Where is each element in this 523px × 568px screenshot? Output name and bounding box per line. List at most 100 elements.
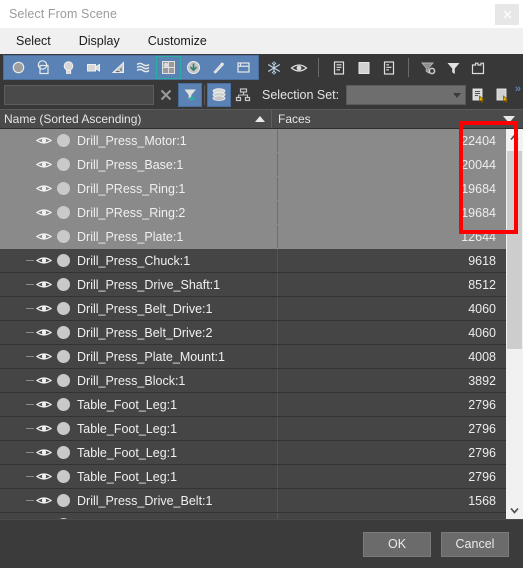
cameras-icon[interactable] <box>81 56 106 79</box>
scroll-up-icon[interactable] <box>506 129 523 146</box>
table-row[interactable]: Drill_PRess_Ring:1 19684 <box>0 177 506 201</box>
visibility-eye-icon[interactable] <box>35 159 53 170</box>
scrollbar-thumb[interactable] <box>507 151 522 349</box>
menu-display[interactable]: Display <box>76 32 123 50</box>
visibility-eye-icon[interactable] <box>35 303 53 314</box>
object-color-swatch-icon[interactable] <box>53 206 73 219</box>
object-color-swatch-icon[interactable] <box>53 158 73 171</box>
face-count-cell: 3892 <box>278 369 506 392</box>
filter-settings-icon[interactable] <box>416 56 441 79</box>
shapes-icon[interactable] <box>31 56 56 79</box>
visibility-eye-icon[interactable] <box>35 423 53 434</box>
visibility-eye-icon[interactable] <box>35 279 53 290</box>
tree-branch-line <box>26 164 34 165</box>
table-row[interactable]: Table_Foot_Leg:1 2796 <box>0 393 506 417</box>
table-row[interactable]: Drill_Press_Motor:1 22404 <box>0 129 506 153</box>
visibility-eye-icon[interactable] <box>35 375 53 386</box>
cancel-button[interactable]: Cancel <box>441 531 509 557</box>
select-group-icon[interactable] <box>466 56 491 79</box>
visibility-eye-icon[interactable] <box>35 351 53 362</box>
freeze-snowflake-icon[interactable] <box>261 56 286 79</box>
table-row[interactable]: Drill_Press_Plate:1 12644 <box>0 225 506 249</box>
table-row[interactable]: Drill_Press_Belt_Drive:2 4060 <box>0 321 506 345</box>
object-color-swatch-icon[interactable] <box>53 470 73 483</box>
object-color-swatch-icon[interactable] <box>53 134 73 147</box>
object-color-swatch-icon[interactable] <box>53 422 73 435</box>
bone-objects-icon[interactable] <box>206 56 231 79</box>
table-row[interactable]: Drill_Press_Block:1 3892 <box>0 369 506 393</box>
helpers-icon[interactable] <box>106 56 131 79</box>
visibility-eye-icon[interactable] <box>35 135 53 146</box>
close-icon[interactable] <box>495 4 519 25</box>
table-row[interactable]: Drill_Press_Drive_Shaft:1 8512 <box>0 273 506 297</box>
hierarchy-icon[interactable] <box>231 83 255 107</box>
visibility-eye-icon[interactable] <box>35 495 53 506</box>
visibility-eye-icon[interactable] <box>35 183 53 194</box>
visibility-eye-icon[interactable] <box>35 471 53 482</box>
face-count-cell: 2796 <box>278 417 506 440</box>
object-color-swatch-icon[interactable] <box>53 278 73 291</box>
table-row[interactable]: Drill_PRess_Ring:2 19684 <box>0 201 506 225</box>
visibility-eye-icon[interactable] <box>35 207 53 218</box>
table-row[interactable]: Table_Foot_Leg:1 2796 <box>0 441 506 465</box>
menu-bar: Select Display Customize <box>0 28 523 54</box>
expand-all-icon[interactable] <box>326 56 351 79</box>
scroll-down-icon[interactable] <box>506 502 523 519</box>
object-name-cell: Table_Foot_Leg:1 <box>73 441 278 464</box>
column-header-name[interactable]: Name (Sorted Ascending) <box>0 110 272 128</box>
face-count: 9618 <box>468 253 496 268</box>
search-input[interactable] <box>4 85 154 105</box>
table-row[interactable]: Table_Foot_Leg:1 2796 <box>0 465 506 489</box>
external-references-icon[interactable] <box>181 56 206 79</box>
selection-set-dropdown[interactable] <box>346 85 467 105</box>
object-color-swatch-icon[interactable] <box>53 494 73 507</box>
column-header-faces[interactable]: Faces <box>272 110 523 128</box>
object-color-swatch-icon[interactable] <box>53 254 73 267</box>
object-name: Drill_PRess_Ring:2 <box>77 205 186 220</box>
table-row[interactable]: Drill_Press_Chuck:1 9618 <box>0 249 506 273</box>
more-options-chevron[interactable]: » <box>515 83 521 95</box>
ok-button[interactable]: OK <box>363 531 431 557</box>
object-color-swatch-icon[interactable] <box>53 350 73 363</box>
visibility-eye-icon[interactable] <box>35 231 53 242</box>
collapse-all-icon[interactable] <box>351 56 376 79</box>
visibility-eye-icon[interactable] <box>35 447 53 458</box>
vertical-scrollbar[interactable] <box>506 129 523 519</box>
table-row[interactable]: Drill_Press_Plate_Mount:1 4008 <box>0 345 506 369</box>
geometry-sphere-icon[interactable] <box>6 56 31 79</box>
display-children-icon[interactable] <box>376 56 401 79</box>
hidden-eye-icon[interactable] <box>286 56 311 79</box>
object-color-swatch-icon[interactable] <box>53 302 73 315</box>
object-color-swatch-icon[interactable] <box>53 326 73 339</box>
object-color-swatch-icon[interactable] <box>53 398 73 411</box>
object-color-swatch-icon[interactable] <box>53 230 73 243</box>
list-column-headers: Name (Sorted Ascending) Faces <box>0 109 523 129</box>
clear-x-icon[interactable] <box>154 84 178 106</box>
state-filter-group <box>259 55 313 80</box>
face-count: 2796 <box>468 469 496 484</box>
groups-xrefs-icon[interactable] <box>156 56 181 79</box>
visibility-eye-icon[interactable] <box>35 327 53 338</box>
containers-icon[interactable] <box>231 56 256 79</box>
tree-branch-line <box>26 140 34 141</box>
layers-icon[interactable] <box>207 83 231 107</box>
face-count: 19684 <box>461 181 496 196</box>
visibility-eye-icon[interactable] <box>35 255 53 266</box>
table-row[interactable]: Drill_Press_Belt_Drive:1 4060 <box>0 297 506 321</box>
menu-select[interactable]: Select <box>13 32 54 50</box>
table-row[interactable]: Drill_Press_Base:1 20044 <box>0 153 506 177</box>
space-warps-icon[interactable] <box>131 56 156 79</box>
object-color-swatch-icon[interactable] <box>53 446 73 459</box>
visibility-eye-icon[interactable] <box>35 399 53 410</box>
filter-icon[interactable] <box>441 56 466 79</box>
object-color-swatch-icon[interactable] <box>53 374 73 387</box>
scene-object-list: Drill_Press_Motor:1 22404 Drill_Press_Base… <box>0 129 523 519</box>
lights-icon[interactable] <box>56 56 81 79</box>
menu-customize[interactable]: Customize <box>145 32 210 50</box>
select-filter-icon[interactable] <box>178 83 202 107</box>
object-color-swatch-icon[interactable] <box>53 182 73 195</box>
add-selection-set-icon[interactable] <box>466 83 490 107</box>
table-row[interactable]: Table_Foot_Leg:1 2796 <box>0 417 506 441</box>
remove-selection-set-icon[interactable] <box>490 83 514 107</box>
table-row[interactable]: Drill_Press_Drive_Belt:1 1568 <box>0 489 506 513</box>
